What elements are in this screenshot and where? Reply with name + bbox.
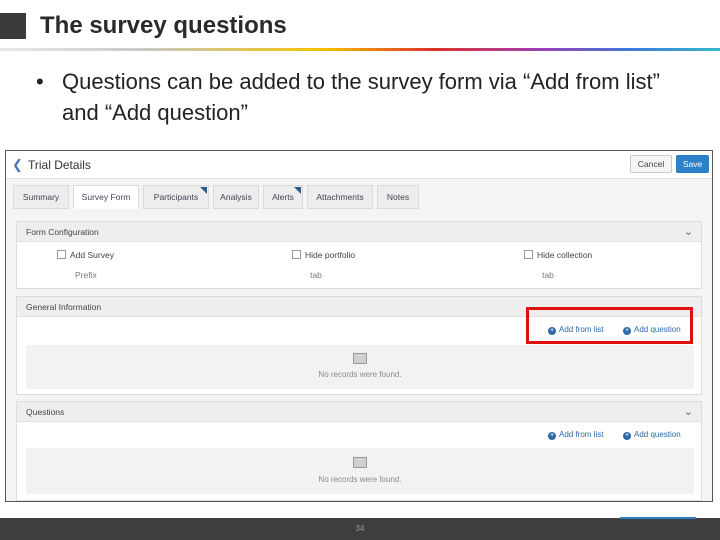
tab-survey-form[interactable]: Survey Form xyxy=(73,185,139,209)
plus-circle-icon: + xyxy=(623,432,631,440)
bullet-symbol: • xyxy=(36,69,44,94)
empty-state: No records were found. xyxy=(26,448,694,494)
add-question-label: Add question xyxy=(634,430,681,439)
form-configuration-section: Form Configuration ⌄ Add Survey Prefix H… xyxy=(16,221,702,289)
hide-collection-checkbox[interactable]: Hide collection xyxy=(524,250,592,260)
add-from-list-label: Add from list xyxy=(559,430,604,439)
tab-analysis[interactable]: Analysis xyxy=(213,185,259,209)
footer-accent xyxy=(620,517,696,519)
tab-participants[interactable]: Participants xyxy=(143,185,209,209)
option-value: tab xyxy=(310,270,322,280)
title-divider xyxy=(0,48,720,51)
tab-corner-marker xyxy=(200,187,207,194)
tab-participants-label: Participants xyxy=(153,192,199,202)
checkbox-icon xyxy=(524,250,533,259)
page-title: Trial Details xyxy=(28,158,91,172)
table-icon xyxy=(353,457,367,468)
bullet-point: • Questions can be added to the survey f… xyxy=(36,66,696,128)
tab-attachments[interactable]: Attachments xyxy=(307,185,373,209)
save-button[interactable]: Save xyxy=(676,155,709,173)
chevron-left-icon[interactable]: ❮ xyxy=(12,157,23,173)
tab-summary[interactable]: Summary xyxy=(13,185,69,209)
slide-footer: 34 xyxy=(0,518,720,540)
checkbox-label: Hide portfolio xyxy=(305,250,356,260)
checkbox-label: Add Survey xyxy=(70,250,114,260)
empty-state-text: No records were found. xyxy=(318,475,402,484)
tab-alerts[interactable]: Alerts xyxy=(263,185,303,209)
section-title: General Information xyxy=(26,302,102,312)
option-value: tab xyxy=(542,270,554,280)
bullet-text: Questions can be added to the survey for… xyxy=(62,69,660,125)
checkbox-label: Hide collection xyxy=(537,250,593,260)
checkbox-icon xyxy=(292,250,301,259)
cancel-button[interactable]: Cancel xyxy=(630,155,672,173)
add-survey-checkbox[interactable]: Add Survey xyxy=(57,250,114,260)
add-from-list-button[interactable]: + Add from list xyxy=(548,430,603,440)
add-question-button[interactable]: + Add question xyxy=(623,430,681,440)
tab-alerts-label: Alerts xyxy=(272,192,294,202)
highlight-box xyxy=(526,307,693,344)
slide-title: The survey questions xyxy=(40,12,287,39)
app-header: ❮ Trial Details Cancel Save xyxy=(6,151,712,179)
chevron-down-icon[interactable]: ⌄ xyxy=(684,405,693,418)
page-number: 34 xyxy=(355,524,365,533)
checkbox-icon xyxy=(57,250,66,259)
questions-section: Questions ⌄ + Add from list + Add question… xyxy=(16,401,702,501)
option-value: Prefix xyxy=(75,270,97,280)
chevron-down-icon[interactable]: ⌄ xyxy=(684,225,693,238)
hide-portfolio-checkbox[interactable]: Hide portfolio xyxy=(292,250,355,260)
tab-corner-marker xyxy=(294,187,301,194)
empty-state-text: No records were found. xyxy=(318,370,402,379)
section-title: Questions xyxy=(26,407,65,417)
tab-notes[interactable]: Notes xyxy=(377,185,419,209)
title-marker xyxy=(0,13,26,39)
table-icon xyxy=(353,353,367,364)
section-title: Form Configuration xyxy=(26,227,99,237)
empty-state: No records were found. xyxy=(26,345,694,389)
form-configuration-header[interactable]: Form Configuration ⌄ xyxy=(17,222,701,242)
questions-header[interactable]: Questions ⌄ xyxy=(17,402,701,422)
plus-circle-icon: + xyxy=(548,432,556,440)
